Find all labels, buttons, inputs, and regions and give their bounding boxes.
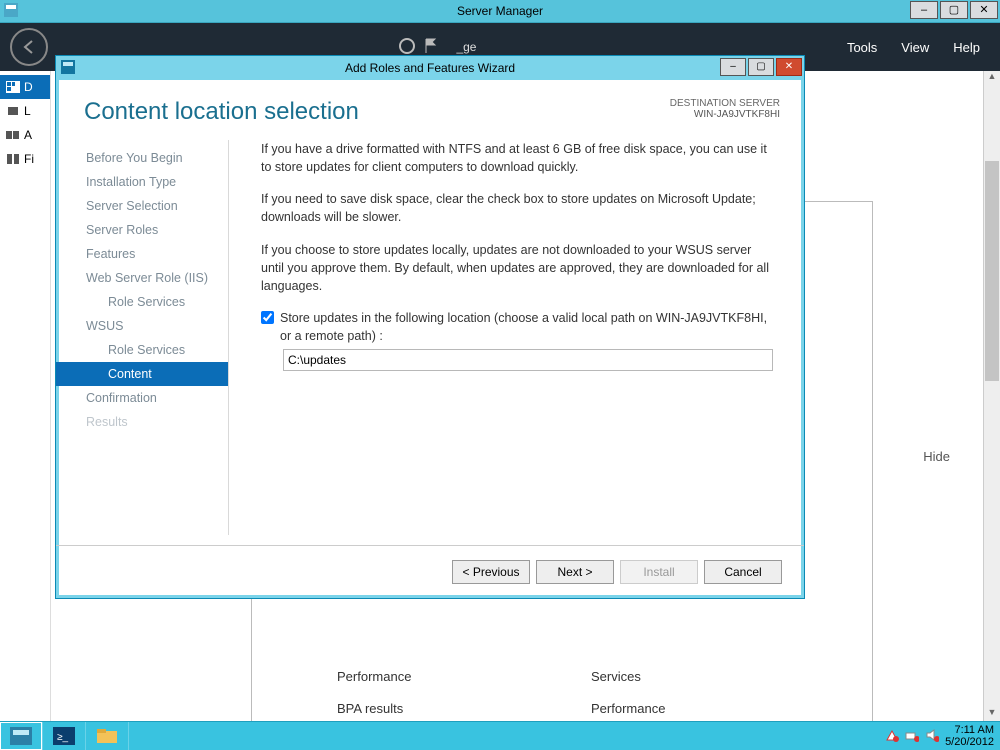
svg-text:≥_: ≥_ <box>57 732 68 743</box>
wizard-nav-item[interactable]: Role Services <box>56 338 228 362</box>
wizard-content: Before You BeginInstallation TypeServer … <box>56 134 804 545</box>
store-updates-row: Store updates in the following location … <box>261 309 776 345</box>
app-menu: Tools View Help <box>847 40 1000 55</box>
sidebar-item-label: Fi <box>24 152 34 166</box>
menu-view[interactable]: View <box>901 40 929 55</box>
wizard-title: Add Roles and Features Wizard <box>56 61 804 75</box>
wizard-para-3: If you choose to store updates locally, … <box>261 241 776 295</box>
store-updates-checkbox[interactable] <box>261 311 274 324</box>
previous-button[interactable]: < Previous <box>452 560 530 584</box>
wizard-header: Content location selection DESTINATION S… <box>56 80 804 134</box>
wizard-maximize-button[interactable]: ▢ <box>748 58 774 76</box>
wizard-titlebar: Add Roles and Features Wizard – ▢ ✕ <box>56 56 804 80</box>
sidebar-item-file[interactable]: Fi <box>0 147 50 171</box>
taskbar-item-server-manager[interactable] <box>0 722 43 750</box>
app-titlebar: Server Manager – ▢ ✕ <box>0 0 1000 23</box>
sidebar-item-label: A <box>24 128 32 142</box>
cancel-button[interactable]: Cancel <box>704 560 782 584</box>
tile-right-list: Services Performance BPA results <box>591 661 665 723</box>
minimize-button[interactable]: – <box>910 1 938 19</box>
wizard-nav-item[interactable]: Web Server Role (IIS) <box>56 266 228 290</box>
wizard-pane: If you have a drive formatted with NTFS … <box>229 134 780 545</box>
hide-link[interactable]: Hide <box>923 449 950 464</box>
taskbar-tray: 7:11 AM 5/20/2012 <box>879 722 1000 750</box>
list-item[interactable]: BPA results <box>337 693 411 723</box>
list-item[interactable]: Performance <box>591 693 665 723</box>
list-item[interactable]: Performance <box>337 661 411 693</box>
network-icon[interactable] <box>905 728 919 745</box>
window-controls: – ▢ ✕ <box>908 1 998 19</box>
wizard-nav-item[interactable]: Content <box>56 362 228 386</box>
wizard-para-1: If you have a drive formatted with NTFS … <box>261 140 776 176</box>
taskbar-item-powershell[interactable]: ≥_ <box>43 722 86 750</box>
taskbar-clock[interactable]: 7:11 AM 5/20/2012 <box>945 724 994 748</box>
sidebar-item-label: D <box>24 80 33 94</box>
wizard-nav-item[interactable]: WSUS <box>56 314 228 338</box>
sidebar-item-label: L <box>24 104 31 118</box>
wizard-nav-item[interactable]: Server Selection <box>56 194 228 218</box>
wizard-nav-item[interactable]: Server Roles <box>56 218 228 242</box>
wizard-window-controls: – ▢ ✕ <box>718 58 802 76</box>
destination-label: DESTINATION SERVER <box>670 98 780 109</box>
wizard-para-2: If you need to save disk space, clear th… <box>261 190 776 226</box>
tile-left-list: Performance BPA results <box>337 661 411 723</box>
app-sidebar: D L A Fi <box>0 71 51 723</box>
wizard-heading: Content location selection <box>84 98 359 126</box>
back-button[interactable] <box>10 28 48 66</box>
store-updates-label[interactable]: Store updates in the following location … <box>280 309 776 345</box>
wizard-nav-item: Results <box>56 410 228 434</box>
volume-icon[interactable] <box>925 728 939 745</box>
scroll-up-icon[interactable]: ▲ <box>984 71 1000 87</box>
clock-date: 5/20/2012 <box>945 736 994 748</box>
sidebar-item-local[interactable]: L <box>0 99 50 123</box>
scroll-thumb[interactable] <box>985 161 999 381</box>
wizard-nav-item[interactable]: Installation Type <box>56 170 228 194</box>
menu-tools[interactable]: Tools <box>847 40 877 55</box>
wizard-close-button[interactable]: ✕ <box>776 58 802 76</box>
app-title: Server Manager <box>0 4 1000 18</box>
sidebar-item-all[interactable]: A <box>0 123 50 147</box>
wizard-nav: Before You BeginInstallation TypeServer … <box>56 140 229 535</box>
menu-help[interactable]: Help <box>953 40 980 55</box>
list-item[interactable]: Services <box>591 661 665 693</box>
wizard-window: Add Roles and Features Wizard – ▢ ✕ Cont… <box>55 55 805 599</box>
sidebar-item-dashboard[interactable]: D <box>0 75 50 99</box>
taskbar-item-explorer[interactable] <box>86 722 129 750</box>
wizard-nav-item[interactable]: Features <box>56 242 228 266</box>
wizard-nav-item[interactable]: Confirmation <box>56 386 228 410</box>
next-button[interactable]: Next > <box>536 560 614 584</box>
updates-path-input[interactable] <box>283 349 773 371</box>
action-center-icon[interactable] <box>885 728 899 745</box>
header-truncated-text: _ge <box>456 40 476 54</box>
scrollbar-vertical[interactable]: ▲ ▼ <box>983 71 1000 723</box>
destination-server: WIN-JA9JVTKF8HI <box>670 109 780 120</box>
maximize-button[interactable]: ▢ <box>940 1 968 19</box>
clock-time: 7:11 AM <box>945 724 994 736</box>
wizard-footer: < Previous Next > Install Cancel <box>56 545 804 598</box>
wizard-nav-item[interactable]: Role Services <box>56 290 228 314</box>
wizard-nav-item[interactable]: Before You Begin <box>56 146 228 170</box>
install-button[interactable]: Install <box>620 560 698 584</box>
close-button[interactable]: ✕ <box>970 1 998 19</box>
taskbar[interactable]: ≥_ 7:11 AM 5/20/2012 <box>0 721 1000 750</box>
wizard-minimize-button[interactable]: – <box>720 58 746 76</box>
destination-block: DESTINATION SERVER WIN-JA9JVTKF8HI <box>670 98 780 120</box>
